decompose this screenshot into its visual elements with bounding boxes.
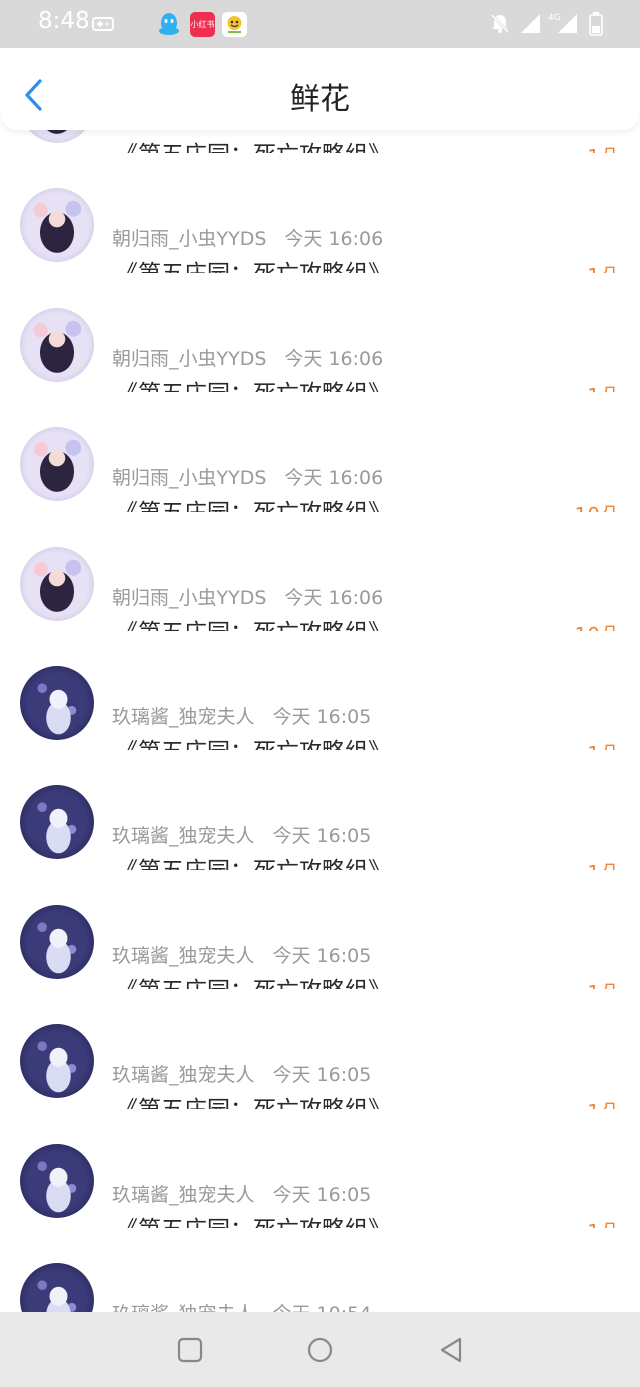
timestamp: 今天 16:05 (272, 1064, 372, 1087)
game-controller-icon (92, 16, 114, 35)
avatar[interactable] (20, 188, 94, 263)
meta-line: 玖璃酱_独宠夫人 今天 16:05 (112, 1180, 371, 1207)
user-name[interactable]: 朝归雨_小虫YYDS (112, 587, 266, 609)
user-name[interactable]: 玖璃酱_独宠夫人 (112, 1303, 255, 1312)
user-name[interactable]: 朝归雨_小虫YYDS (112, 228, 266, 250)
meta-line: 玖璃酱_独宠夫人 今天 16:05 (112, 821, 371, 848)
home-circle-icon (307, 1337, 333, 1363)
list-item[interactable]: 朝归雨_小虫YYDS今天 16:06《第五庄园：死亡攻略组》10朵 (0, 511, 640, 647)
home-button[interactable] (302, 1332, 338, 1368)
timestamp: 今天 16:06 (284, 586, 384, 609)
flower-list[interactable]: 《第五庄园：死亡攻略组》1朵朝归雨_小虫YYDS今天 16:06《第五庄园：死亡… (0, 130, 640, 1312)
meta-line: 朝归雨_小虫YYDS 今天 16:06 (112, 344, 383, 371)
timestamp: 今天 16:05 (272, 825, 372, 848)
avatar[interactable] (20, 665, 94, 740)
header: 鲜花 (0, 48, 640, 130)
user-name[interactable]: 玖璃酱_独宠夫人 (112, 945, 255, 967)
user-name[interactable]: 朝归雨_小虫YYDS (112, 467, 266, 489)
timestamp: 今天 16:05 (272, 705, 372, 728)
list-item[interactable]: 朝归雨_小虫YYDS今天 16:06《第五庄园：死亡攻略组》10朵 (0, 392, 640, 527)
list-item[interactable]: 玖璃酱_独宠夫人今天 16:05《第五庄园：死亡攻略组》1朵 (0, 1108, 640, 1244)
avatar[interactable] (20, 1262, 94, 1312)
timestamp: 今天 10:54 (273, 1303, 372, 1312)
list-item[interactable]: 玖璃酱_独宠夫人今天 16:05《第五庄园：死亡攻略组》1朵 (0, 989, 640, 1124)
list-item[interactable]: 玖璃酱_独宠夫人今天 16:05《第五庄园：死亡攻略组》1朵 (0, 630, 640, 766)
user-name[interactable]: 玖璃酱_独宠夫人 (112, 825, 255, 847)
avatar[interactable] (20, 130, 94, 143)
signal-icon (519, 12, 541, 38)
avatar[interactable] (20, 1143, 94, 1218)
bell-muted-icon (489, 12, 511, 38)
timestamp: 今天 16:06 (284, 467, 384, 490)
meta-line: 玖璃酱_独宠夫人 今天 16:05 (112, 1060, 371, 1087)
avatar[interactable] (20, 546, 94, 621)
recents-square-icon (177, 1337, 203, 1363)
page-title: 鲜花 (290, 82, 350, 117)
timestamp: 今天 16:06 (284, 228, 384, 251)
list-item[interactable]: 玖璃酱_独宠夫人今天 16:05《第五庄园：死亡攻略组》1朵 (0, 869, 640, 1005)
meta-line: 玖璃酱_独宠夫人 今天 10:54 (112, 1299, 371, 1312)
back-nav-button[interactable] (434, 1332, 470, 1368)
avatar[interactable] (20, 1024, 94, 1099)
meta-line: 朝归雨_小虫YYDS 今天 16:06 (112, 583, 383, 610)
timestamp: 今天 16:05 (272, 1183, 372, 1206)
signal-icon (556, 12, 578, 38)
list-item[interactable]: 玖璃酱_独宠夫人今天 16:05《第五庄园：死亡攻略组》1朵 (0, 750, 640, 885)
meta-line: 朝归雨_小虫YYDS 今天 16:06 (112, 463, 383, 490)
status-bar: 8:48 小红书 4G (0, 0, 640, 48)
navigation-bar (0, 1312, 640, 1387)
user-name[interactable]: 玖璃酱_独宠夫人 (112, 706, 255, 728)
list-item[interactable]: 朝归雨_小虫YYDS今天 16:06《第五庄园：死亡攻略组》1朵 (0, 153, 640, 288)
timestamp: 今天 16:06 (284, 347, 384, 370)
yellow-app-icon (222, 12, 247, 37)
meta-line: 玖璃酱_独宠夫人 今天 16:05 (112, 702, 371, 729)
user-name[interactable]: 玖璃酱_独宠夫人 (112, 1064, 255, 1086)
meta-line: 玖璃酱_独宠夫人 今天 16:05 (112, 941, 371, 968)
status-time: 8:48 (38, 8, 90, 34)
avatar[interactable] (20, 427, 94, 502)
list-item[interactable]: 玖璃酱_独宠夫人 今天 10:54 (0, 1227, 640, 1312)
avatar[interactable] (20, 785, 94, 860)
back-triangle-icon (440, 1337, 462, 1363)
recents-button[interactable] (172, 1332, 208, 1368)
user-name[interactable]: 朝归雨_小虫YYDS (112, 348, 266, 370)
avatar[interactable] (20, 904, 94, 979)
screen: 8:48 小红书 4G 鲜花 朝归雨_小虫YYDS 今天 16:06 朝归雨_小… (0, 0, 640, 1387)
list-item[interactable]: 《第五庄园：死亡攻略组》1朵 (0, 130, 640, 169)
flower-list-items: 《第五庄园：死亡攻略组》1朵朝归雨_小虫YYDS今天 16:06《第五庄园：死亡… (0, 130, 640, 1312)
timestamp: 今天 16:05 (272, 944, 372, 967)
list-item[interactable]: 朝归雨_小虫YYDS今天 16:06《第五庄园：死亡攻略组》1朵 (0, 272, 640, 408)
battery-icon (589, 12, 603, 40)
meta-line: 朝归雨_小虫YYDS 今天 16:06 (112, 224, 383, 251)
user-name[interactable]: 玖璃酱_独宠夫人 (112, 1184, 255, 1206)
avatar[interactable] (20, 307, 94, 382)
qq-icon (158, 12, 180, 42)
red-app-icon: 小红书 (190, 12, 215, 37)
